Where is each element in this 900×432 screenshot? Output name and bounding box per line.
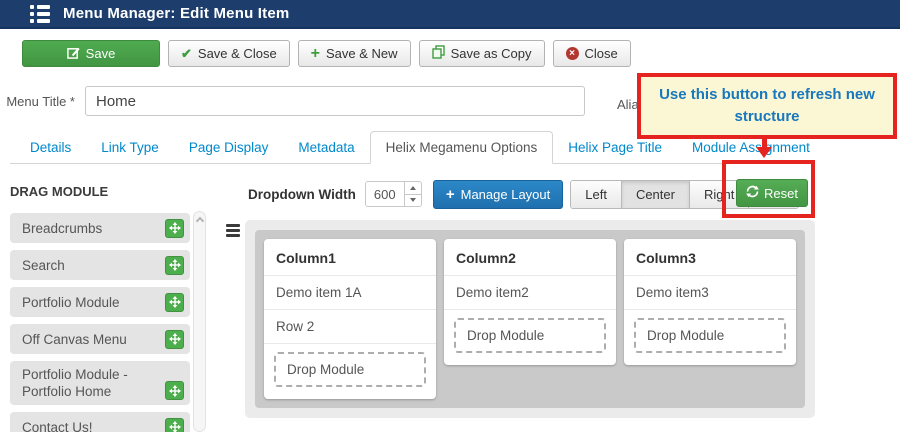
step-up-icon[interactable] bbox=[405, 182, 421, 194]
megamenu-column-2: Column2 Demo item2 Drop Module bbox=[444, 239, 616, 365]
reset-button[interactable]: Reset bbox=[736, 179, 808, 207]
module-item-breadcrumbs[interactable]: Breadcrumbs bbox=[10, 213, 190, 243]
refresh-icon bbox=[746, 185, 759, 201]
page: Menu Manager: Edit Menu Item Save ✔ Save… bbox=[0, 0, 900, 432]
drop-module-zone[interactable]: Drop Module bbox=[274, 352, 426, 387]
module-item-portfolio-module[interactable]: Portfolio Module bbox=[10, 287, 190, 317]
tab-metadata[interactable]: Metadata bbox=[283, 132, 369, 163]
save-and-close-button[interactable]: ✔ Save & Close bbox=[168, 40, 290, 67]
close-button[interactable]: × Close bbox=[553, 40, 631, 67]
column-title: Column3 bbox=[624, 239, 796, 276]
move-icon[interactable] bbox=[165, 418, 184, 432]
move-icon[interactable] bbox=[165, 256, 184, 275]
drop-module-zone[interactable]: Drop Module bbox=[454, 318, 606, 353]
module-item-search[interactable]: Search bbox=[10, 250, 190, 280]
header-bar: Menu Manager: Edit Menu Item bbox=[0, 0, 900, 29]
megamenu-column-1: Column1 Demo item 1A Row 2 Drop Module bbox=[264, 239, 436, 399]
megamenu-row: Column1 Demo item 1A Row 2 Drop Module C… bbox=[255, 230, 805, 408]
page-title: Menu Manager: Edit Menu Item bbox=[63, 5, 289, 22]
module-item-off-canvas-menu[interactable]: Off Canvas Menu bbox=[10, 324, 190, 354]
drop-module-zone[interactable]: Drop Module bbox=[634, 318, 786, 353]
tab-helix-megamenu-options[interactable]: Helix Megamenu Options bbox=[370, 131, 554, 164]
stepper-buttons bbox=[404, 182, 421, 206]
module-item-portfolio-home[interactable]: Portfolio Module - Portfolio Home bbox=[10, 361, 190, 405]
menu-item[interactable]: Demo item3 bbox=[624, 276, 796, 310]
dropdown-width-label: Dropdown Width bbox=[248, 187, 356, 202]
drag-handle-icon[interactable] bbox=[226, 224, 240, 239]
menu-title-label: Menu Title * bbox=[0, 94, 85, 109]
align-center-button[interactable]: Center bbox=[622, 181, 690, 208]
drag-module-heading: DRAG MODULE bbox=[10, 184, 225, 199]
move-icon[interactable] bbox=[165, 219, 184, 238]
column-title: Column1 bbox=[264, 239, 436, 276]
sidebar-scrollbar[interactable] bbox=[193, 211, 206, 432]
scroll-up-icon[interactable] bbox=[195, 217, 203, 225]
save-and-new-button[interactable]: + Save & New bbox=[298, 40, 411, 67]
megamenu-builder: Column1 Demo item 1A Row 2 Drop Module C… bbox=[245, 220, 815, 418]
close-icon: × bbox=[566, 47, 579, 60]
menu-item[interactable]: Demo item2 bbox=[444, 276, 616, 310]
menu-item[interactable]: Row 2 bbox=[264, 310, 436, 344]
plus-icon: + bbox=[446, 188, 455, 201]
align-left-button[interactable]: Left bbox=[571, 181, 622, 208]
module-list: Breadcrumbs Search Portfolio Module bbox=[10, 213, 190, 432]
menu-title-input[interactable] bbox=[85, 86, 585, 116]
dropdown-width-input[interactable] bbox=[366, 182, 404, 206]
module-item-contact-us[interactable]: Contact Us! bbox=[10, 412, 190, 432]
menu-manager-icon bbox=[30, 5, 50, 23]
dropdown-width-stepper bbox=[365, 181, 422, 207]
move-icon[interactable] bbox=[165, 293, 184, 312]
copy-icon bbox=[432, 45, 445, 62]
megamenu-column-3: Column3 Demo item3 Drop Module bbox=[624, 239, 796, 365]
save-icon bbox=[67, 46, 80, 62]
annotation-arrow-head bbox=[756, 147, 772, 158]
plus-icon: + bbox=[311, 47, 320, 60]
save-button[interactable]: Save bbox=[22, 40, 160, 67]
tab-page-display[interactable]: Page Display bbox=[174, 132, 284, 163]
step-down-icon[interactable] bbox=[405, 194, 421, 207]
move-icon[interactable] bbox=[165, 330, 184, 349]
check-icon: ✔ bbox=[181, 46, 192, 62]
annotation-callout: Use this button to refresh new structure bbox=[637, 73, 897, 139]
save-as-copy-button[interactable]: Save as Copy bbox=[419, 40, 545, 67]
column-title: Column2 bbox=[444, 239, 616, 276]
move-icon[interactable] bbox=[165, 381, 184, 400]
tab-details[interactable]: Details bbox=[15, 132, 86, 163]
menu-item[interactable]: Demo item 1A bbox=[264, 276, 436, 310]
manage-layout-button[interactable]: + Manage Layout bbox=[433, 180, 563, 209]
toolbar: Save ✔ Save & Close + Save & New Save as… bbox=[0, 29, 900, 75]
tab-link-type[interactable]: Link Type bbox=[86, 132, 174, 163]
